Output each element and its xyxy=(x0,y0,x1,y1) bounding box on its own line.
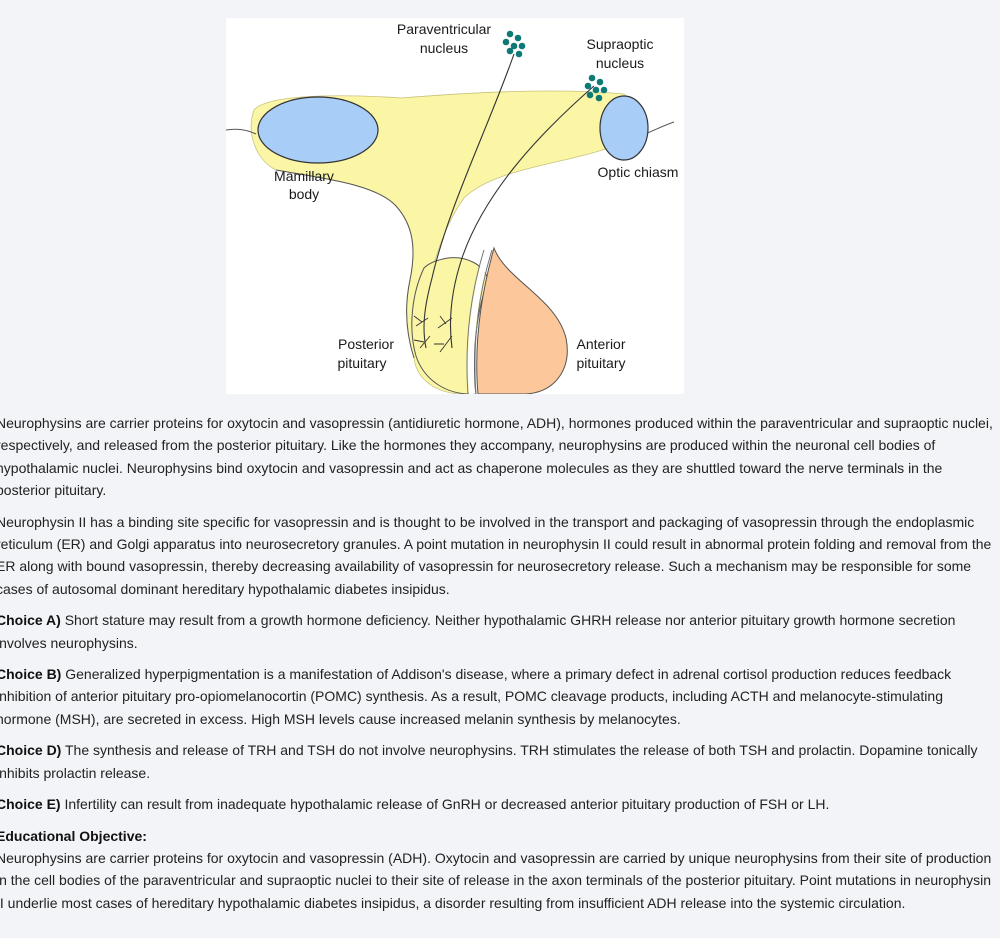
label-paraventricular-2: nucleus xyxy=(420,40,468,56)
label-posterior-1: Posterior xyxy=(338,336,394,352)
hypothalamus-pituitary-diagram: Paraventricular nucleus Supraoptic nucle… xyxy=(226,18,684,394)
mamillary-body xyxy=(257,96,379,164)
label-anterior-1: Anterior xyxy=(576,336,625,352)
label-paraventricular-1: Paraventricular xyxy=(397,21,491,37)
explanation-paragraph-1: Neurophysins are carrier proteins for ox… xyxy=(0,415,993,499)
explanation-paragraph-2: Neurophysin II has a binding site specif… xyxy=(0,513,992,597)
anterior-pituitary-lobe xyxy=(476,246,568,394)
label-mamillary-2: body xyxy=(289,186,319,202)
explanation-text: Neurophysins are carrier proteins for ox… xyxy=(0,412,996,914)
choice-e-label: Choice E) xyxy=(0,796,61,813)
educational-objective-text: Neurophysins are carrier proteins for ox… xyxy=(0,849,992,911)
choice-e-text: Infertility can result from inadequate h… xyxy=(60,796,830,813)
optic-chiasm xyxy=(599,95,649,161)
choice-a: Choice A) Short stature may result from … xyxy=(0,609,996,654)
diagram-svg: Paraventricular nucleus Supraoptic nucle… xyxy=(226,21,679,394)
educational-objective-heading: Educational Objective: xyxy=(0,827,147,844)
choice-d-label: Choice D) xyxy=(0,742,62,759)
choice-b: Choice B) Generalized hyperpigmentation … xyxy=(0,663,996,730)
label-supraoptic-1: Supraoptic xyxy=(587,36,654,52)
label-anterior-2: pituitary xyxy=(576,355,625,371)
choice-d: Choice D) The synthesis and release of T… xyxy=(0,739,996,784)
choice-e: Choice E) Infertility can result from in… xyxy=(0,793,996,815)
choice-d-text: The synthesis and release of TRH and TSH… xyxy=(0,742,978,781)
paraventricular-nucleus-cells xyxy=(502,30,526,58)
label-optic-chiasm: Optic chiasm xyxy=(598,164,679,180)
label-mamillary-1: Mamillary xyxy=(274,168,334,184)
choice-b-label: Choice B) xyxy=(0,666,62,683)
label-posterior-2: pituitary xyxy=(337,355,386,371)
choice-a-text: Short stature may result from a growth h… xyxy=(0,612,956,651)
label-supraoptic-2: nucleus xyxy=(596,55,644,71)
choice-a-label: Choice A) xyxy=(0,612,61,629)
choice-b-text: Generalized hyperpigmentation is a manif… xyxy=(0,666,952,727)
